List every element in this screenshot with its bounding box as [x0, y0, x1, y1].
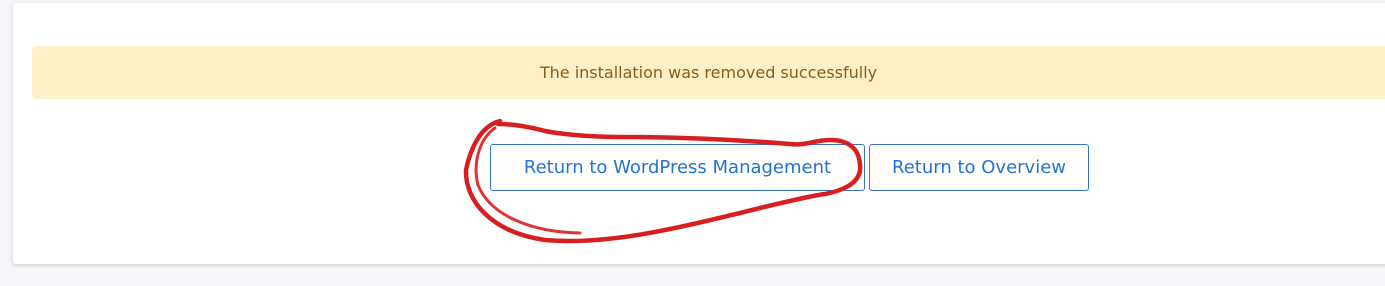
success-alert: The installation was removed successfull…: [32, 46, 1385, 99]
alert-message: The installation was removed successfull…: [539, 63, 878, 82]
return-to-wordpress-management-button[interactable]: Return to WordPress Management: [490, 144, 865, 191]
return-to-overview-label: Return to Overview: [892, 157, 1066, 178]
return-to-overview-button[interactable]: Return to Overview: [869, 144, 1089, 191]
content-panel: [13, 3, 1385, 264]
return-to-wordpress-management-label: Return to WordPress Management: [523, 157, 832, 178]
